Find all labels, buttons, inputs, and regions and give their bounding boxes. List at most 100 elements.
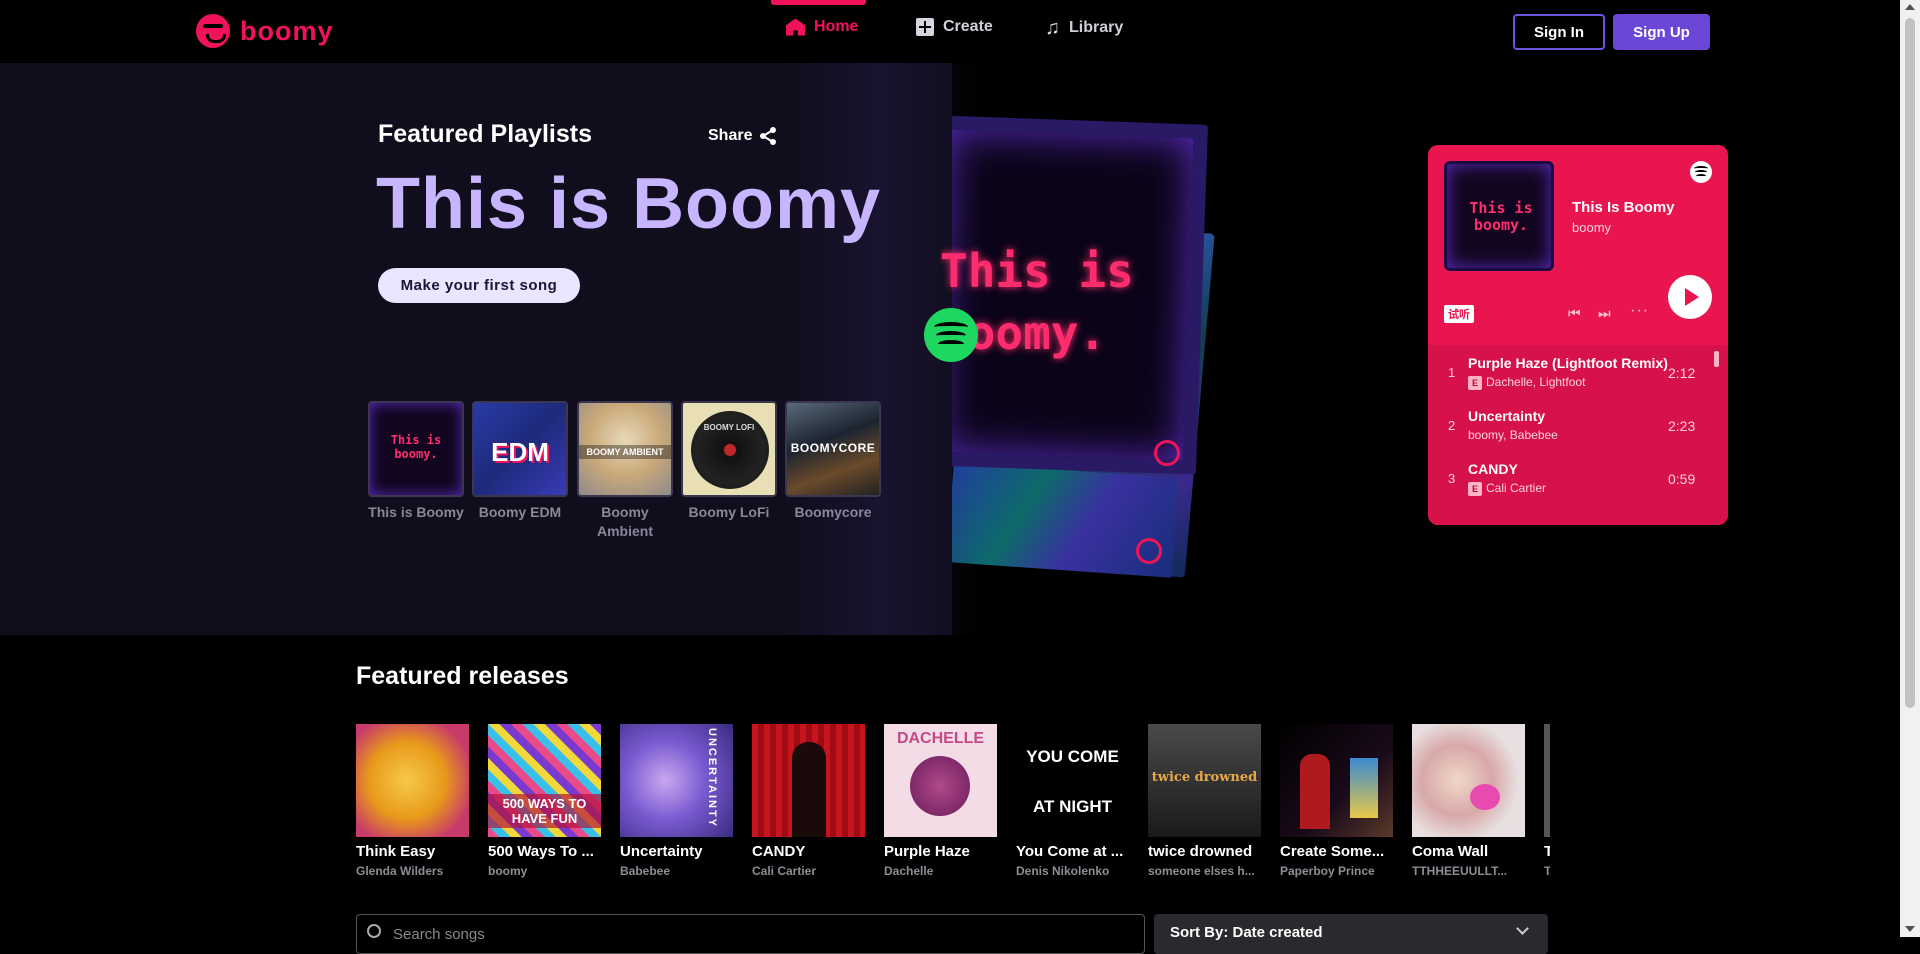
search-box bbox=[356, 914, 1145, 954]
release-card[interactable]: CANDY Cali Cartier bbox=[752, 724, 865, 878]
track-artist-line: E Cali Cartier bbox=[1468, 481, 1546, 496]
playlist-card[interactable]: BOOMYCORE Boomycore bbox=[785, 401, 881, 522]
release-card[interactable]: twice drowned twice drowned someone else… bbox=[1148, 724, 1261, 878]
release-title: 500 Ways To ... bbox=[488, 843, 594, 860]
widget-playlist-artist[interactable]: boomy bbox=[1572, 220, 1611, 235]
scroll-up-arrow-icon[interactable] bbox=[1905, 4, 1915, 10]
boomy-logo-icon bbox=[196, 14, 230, 48]
widget-playlist-cover[interactable]: This is boomy. bbox=[1444, 161, 1554, 271]
spotify-embed-widget: This is boomy. This Is Boomy boomy 试听 ⏮ … bbox=[1428, 145, 1728, 525]
release-title: Coma Wall bbox=[1412, 843, 1489, 860]
playlist-name: Boomycore bbox=[794, 504, 872, 520]
playlist-name: This is Boomy bbox=[368, 504, 464, 520]
scroll-down-arrow-icon[interactable] bbox=[1905, 926, 1915, 932]
boomy-logo[interactable]: boomy bbox=[196, 14, 334, 48]
playlist-card[interactable]: BOOMY LOFI Boomy LoFi bbox=[681, 401, 777, 522]
release-card[interactable]: UNCERTAINTY Uncertainty Babebee bbox=[620, 724, 733, 878]
track-row[interactable]: 2 Uncertainty boomy, Babebee 2:23 bbox=[1428, 398, 1718, 450]
track-title: Purple Haze (Lightfoot Remix) bbox=[1468, 355, 1668, 371]
playlist-name: Boomy LoFi bbox=[688, 504, 770, 520]
track-row[interactable]: 3 CANDY E Cali Cartier 0:59 bbox=[1428, 451, 1718, 503]
track-number: 3 bbox=[1448, 471, 1456, 486]
top-nav-bar: boomy Home Create ♫ Library Sign In Sign… bbox=[0, 0, 1900, 63]
release-card[interactable]: Think Easy Glenda Wilders bbox=[356, 724, 469, 878]
playlist-card[interactable]: This is boomy. This is Boomy bbox=[368, 401, 464, 522]
nav-create[interactable]: Create bbox=[916, 18, 993, 36]
release-cover bbox=[1280, 724, 1393, 837]
previous-track-icon[interactable]: ⏮ bbox=[1568, 305, 1581, 322]
painting-canvas bbox=[1350, 758, 1378, 818]
share-button[interactable]: Share bbox=[708, 126, 778, 146]
cover-text: BOOMY AMBIENT bbox=[579, 445, 671, 459]
featured-playlists-label: Featured Playlists bbox=[378, 120, 592, 148]
chevron-down-icon bbox=[1516, 922, 1529, 935]
release-cover: DACHELLE bbox=[884, 724, 997, 837]
release-card[interactable]: YOU COME AT NIGHT You Come at ... Denis … bbox=[1016, 724, 1129, 878]
track-list: 1 Purple Haze (Lightfoot Remix) E Dachell… bbox=[1428, 345, 1728, 525]
nav-library[interactable]: ♫ Library bbox=[1045, 18, 1123, 38]
track-duration: 2:12 bbox=[1668, 365, 1696, 381]
release-card[interactable]: Coma Wall TTHHEEUULLT... bbox=[1412, 724, 1525, 878]
release-artist: T bbox=[1544, 864, 1550, 878]
person-figure bbox=[1300, 754, 1330, 829]
cover-text: DACHELLE bbox=[896, 730, 985, 747]
page-scrollbar[interactable] bbox=[1900, 0, 1920, 937]
play-button[interactable] bbox=[1668, 275, 1712, 319]
release-title: T bbox=[1544, 843, 1550, 860]
widget-playlist-title[interactable]: This Is Boomy bbox=[1572, 199, 1675, 216]
track-duration: 2:23 bbox=[1668, 418, 1696, 434]
boomy-badge-icon bbox=[1154, 440, 1180, 466]
make-first-song-button[interactable]: Make your first song bbox=[378, 268, 580, 303]
playlist-card[interactable]: BOOMY AMBIENT Boomy Ambient bbox=[577, 401, 673, 541]
nav-home[interactable]: Home bbox=[786, 18, 858, 36]
release-card[interactable]: 500 WAYS TO HAVE FUN 500 Ways To ... boo… bbox=[488, 724, 601, 878]
release-artist: Dachelle bbox=[884, 864, 934, 878]
music-note-icon: ♫ bbox=[1045, 17, 1060, 39]
release-card[interactable]: T T bbox=[1544, 724, 1550, 878]
playlist-name: Boomy Ambient bbox=[597, 504, 653, 539]
playlist-card[interactable]: EDM Boomy EDM bbox=[472, 401, 568, 522]
cover-text: YOU COME AT NIGHT bbox=[1026, 747, 1119, 816]
release-cover bbox=[1544, 724, 1550, 837]
release-artist: Glenda Wilders bbox=[356, 864, 444, 878]
nav-create-label: Create bbox=[943, 18, 993, 35]
share-label: Share bbox=[708, 127, 753, 144]
track-title: CANDY bbox=[1468, 461, 1518, 477]
track-artist: boomy, Babebee bbox=[1468, 428, 1558, 442]
release-cover bbox=[356, 724, 469, 837]
explicit-badge: E bbox=[1468, 376, 1482, 390]
sort-dropdown[interactable]: Sort By: Date created bbox=[1154, 914, 1548, 954]
cover-text: EDM bbox=[491, 437, 549, 467]
hero-title: This is Boomy bbox=[376, 164, 882, 244]
search-input[interactable] bbox=[393, 915, 1093, 953]
cover-art-circle bbox=[910, 756, 970, 816]
person-figure bbox=[792, 742, 826, 837]
explicit-badge: E bbox=[1468, 482, 1482, 496]
spotify-icon[interactable] bbox=[1690, 161, 1712, 183]
more-options-icon[interactable]: ··· bbox=[1630, 302, 1649, 320]
sign-up-button[interactable]: Sign Up bbox=[1613, 14, 1710, 50]
release-artist: Cali Cartier bbox=[752, 864, 817, 878]
cover-text: BOOMY LOFI bbox=[703, 423, 755, 432]
release-artist: Denis Nikolenko bbox=[1016, 864, 1110, 878]
home-icon bbox=[786, 18, 805, 36]
playlist-cover: EDM bbox=[472, 401, 568, 497]
boomy-badge-icon bbox=[1136, 538, 1162, 564]
nav-home-label: Home bbox=[814, 18, 859, 35]
sign-in-button[interactable]: Sign In bbox=[1513, 14, 1605, 50]
release-card[interactable]: Create Some... Paperboy Prince bbox=[1280, 724, 1393, 878]
release-title: Think Easy bbox=[356, 843, 436, 860]
cover-text: This is boomy. bbox=[390, 433, 442, 461]
cover-text: 500 WAYS TO HAVE FUN bbox=[488, 794, 601, 828]
release-cover bbox=[1412, 724, 1525, 837]
scrollbar-thumb[interactable] bbox=[1905, 18, 1915, 708]
release-card[interactable]: DACHELLE Purple Haze Dachelle bbox=[884, 724, 997, 878]
featured-releases-heading: Featured releases bbox=[356, 662, 569, 690]
spotify-icon[interactable] bbox=[924, 308, 978, 362]
widget-cover-text: This is boomy. bbox=[1469, 199, 1533, 234]
track-title: Uncertainty bbox=[1468, 408, 1546, 424]
track-row[interactable]: 1 Purple Haze (Lightfoot Remix) E Dachell… bbox=[1428, 345, 1718, 397]
cover-text: UNCERTAINTY bbox=[706, 728, 718, 829]
track-duration: 0:59 bbox=[1668, 471, 1696, 487]
next-track-icon[interactable]: ⏭ bbox=[1598, 305, 1611, 322]
